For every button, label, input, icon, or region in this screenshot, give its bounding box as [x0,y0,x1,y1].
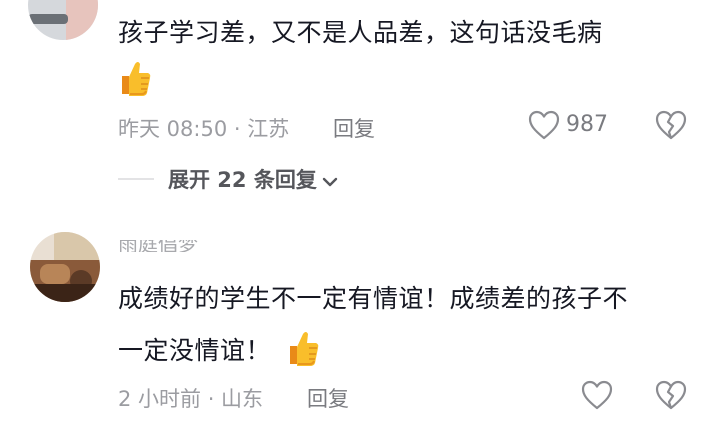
reply-button[interactable]: 回复 [307,383,349,413]
comment-meta: 2 小时前 · 山东 [118,387,264,411]
broken-heart-icon [655,110,687,144]
dislike-button[interactable] [655,110,687,144]
comment-meta: 昨天 08:50 · 江苏 [118,117,290,141]
comment-text-line2: 一定没情谊！ [118,336,272,365]
username[interactable]: 雨庭倡梦 [118,240,198,252]
expand-replies-button[interactable]: 展开 22 条回复 [168,164,338,194]
like-count: 987 [566,112,608,137]
like-button[interactable] [581,380,613,439]
heart-outline-icon [528,110,560,144]
reply-button[interactable]: 回复 [333,113,375,143]
chevron-down-icon [322,173,338,192]
dislike-button[interactable] [655,380,687,414]
comment-text: 成绩好的学生不一定有情谊！成绩差的孩子不 [118,284,629,313]
username-clip: 雨庭倡梦 [118,240,238,252]
expand-replies-label: 展开 22 条回复 [168,168,317,192]
thumbs-up-emoji-icon [286,330,320,372]
avatar[interactable] [30,232,100,302]
avatar[interactable] [28,0,98,40]
broken-heart-icon [655,380,687,414]
heart-outline-icon [581,380,613,414]
expand-divider [118,178,154,180]
comment-text: 孩子学习差，又不是人品差，这句话没毛病 [118,18,603,47]
thumbs-up-emoji-icon [118,60,152,102]
